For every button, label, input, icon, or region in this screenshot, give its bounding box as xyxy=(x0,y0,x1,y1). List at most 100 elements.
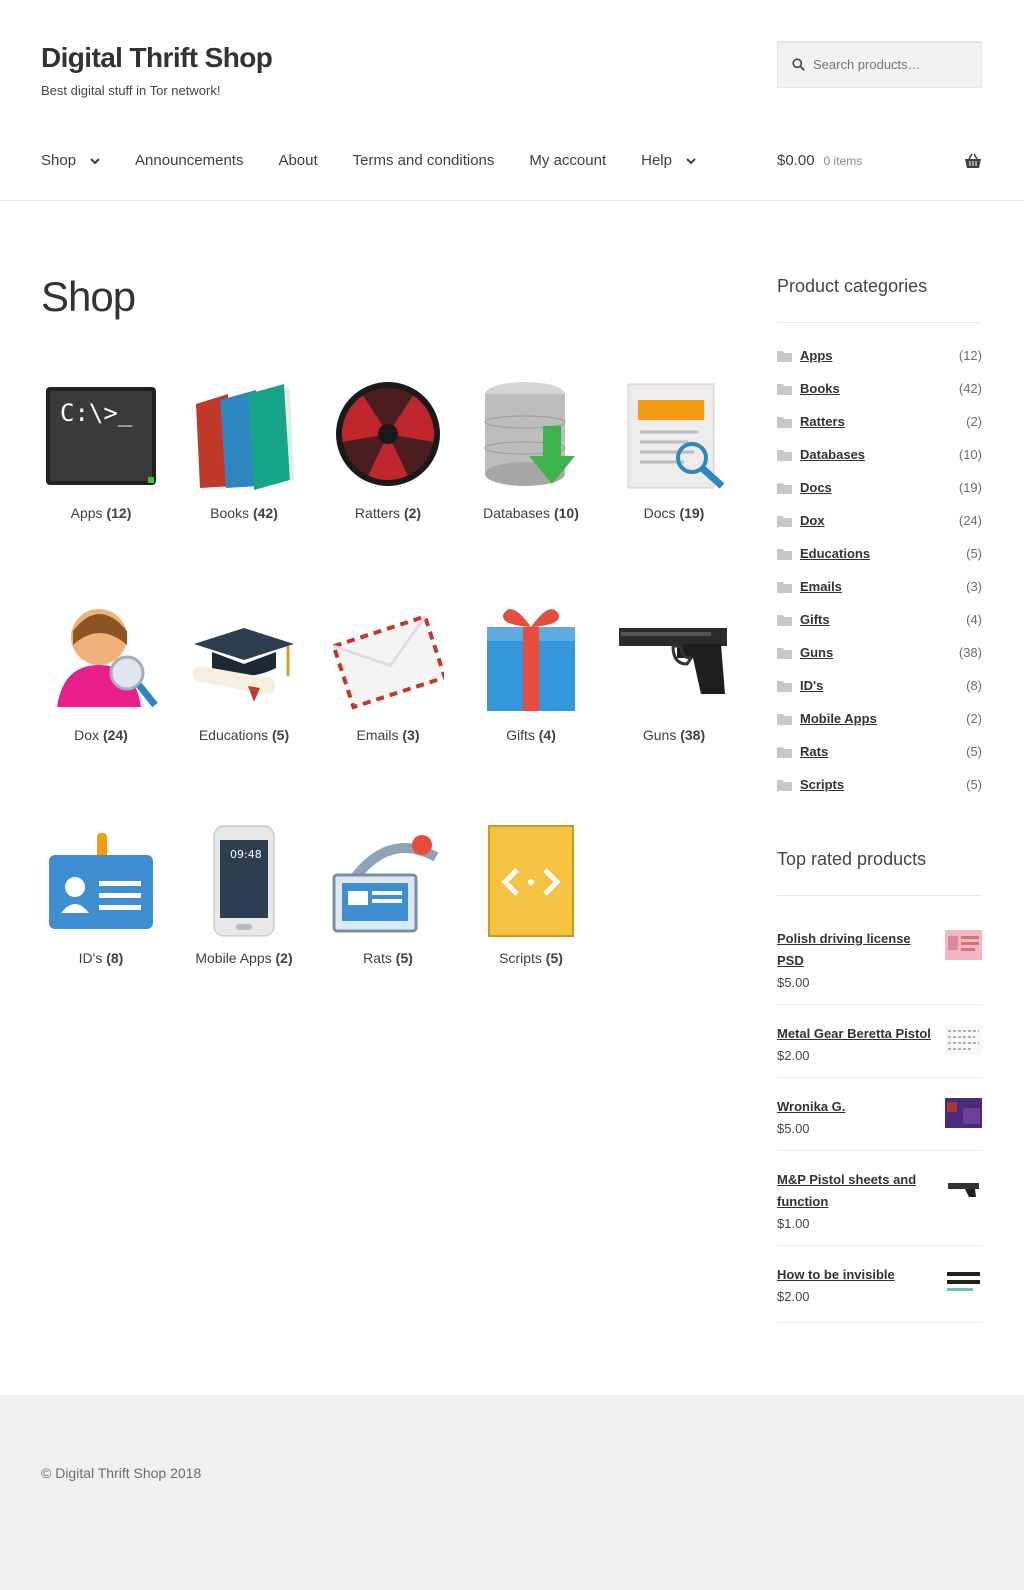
category-label: ID's (8) xyxy=(78,950,124,966)
copyright-text: © Digital Thrift Shop 2018 xyxy=(41,1465,202,1481)
top-rated-item: M&P Pistol sheets and function $1.00 xyxy=(777,1151,982,1246)
category-card-apps[interactable]: C:\>_ Apps (12) xyxy=(41,378,161,521)
sidebar-category-count: (8) xyxy=(966,678,982,693)
category-card-gifts[interactable]: Gifts (4) xyxy=(471,600,591,743)
terminal-icon: C:\>_ xyxy=(46,386,156,485)
product-thumbnail[interactable] xyxy=(945,1171,982,1201)
top-rated-product-link[interactable]: Polish driving license PSD xyxy=(777,928,937,972)
sidebar-category-docs[interactable]: Docs (19) xyxy=(777,471,982,504)
sidebar-category-databases[interactable]: Databases (10) xyxy=(777,438,982,471)
document-search-icon xyxy=(627,383,725,489)
product-thumbnail[interactable] xyxy=(945,930,982,960)
top-rated-item: Polish driving license PSD $5.00 xyxy=(777,910,982,1005)
sidebar-category-label[interactable]: Databases xyxy=(800,447,865,462)
category-card-emails[interactable]: Emails (3) xyxy=(328,600,448,743)
sidebar-category-rats[interactable]: Rats (5) xyxy=(777,735,982,768)
sidebar-category-ratters[interactable]: Ratters (2) xyxy=(777,405,982,438)
top-rated-product-link[interactable]: Metal Gear Beretta Pistol xyxy=(777,1023,937,1045)
nav-item-label: Announcements xyxy=(135,152,244,169)
category-label: Ratters (2) xyxy=(354,505,422,521)
product-thumbnail[interactable] xyxy=(945,1266,982,1296)
sidebar-category-emails[interactable]: Emails (3) xyxy=(777,570,982,603)
sidebar-category-scripts[interactable]: Scripts (5) xyxy=(777,768,982,801)
search-box[interactable] xyxy=(777,41,982,88)
search-input[interactable] xyxy=(813,57,973,72)
sidebar-category-educations[interactable]: Educations (5) xyxy=(777,537,982,570)
cart-link[interactable]: $0.00 0 items xyxy=(777,152,982,169)
sidebar-category-books[interactable]: Books (42) xyxy=(777,372,982,405)
nav-item-my-account[interactable]: My account xyxy=(529,152,606,169)
category-label: Dox (24) xyxy=(74,727,128,743)
sidebar-category-dox[interactable]: Dox (24) xyxy=(777,504,982,537)
sidebar-category-label[interactable]: Educations xyxy=(800,546,870,561)
folder-icon xyxy=(777,746,792,758)
category-card-ids[interactable]: ID's (8) xyxy=(41,823,161,966)
primary-navigation: Shop Announcements About Terms and condi… xyxy=(41,152,731,169)
folder-icon xyxy=(777,614,792,626)
sidebar-category-label[interactable]: Ratters xyxy=(800,414,845,429)
product-categories-title: Product categories xyxy=(777,276,928,296)
top-rated-product-link[interactable]: M&P Pistol sheets and function xyxy=(777,1169,937,1213)
top-rated-product-link[interactable]: Wronika G. xyxy=(777,1096,937,1118)
sidebar-category-label[interactable]: Apps xyxy=(800,348,833,363)
sidebar-category-count: (12) xyxy=(958,348,982,363)
sidebar-category-label[interactable]: Gifts xyxy=(800,612,830,627)
smartphone-icon: 09:48 xyxy=(213,825,275,936)
category-card-mobile-apps[interactable]: 09:48 Mobile Apps (2) xyxy=(184,823,304,966)
folder-icon xyxy=(777,350,792,362)
folder-icon xyxy=(777,515,792,527)
nav-item-label: Shop xyxy=(41,152,77,169)
category-card-dox[interactable]: Dox (24) xyxy=(41,600,161,743)
sidebar-category-gifts[interactable]: Gifts (4) xyxy=(777,603,982,636)
category-card-guns[interactable]: Guns (38) xyxy=(614,600,734,743)
sidebar-category-label[interactable]: Rats xyxy=(800,744,828,759)
product-thumbnail[interactable] xyxy=(945,1098,982,1128)
category-card-docs[interactable]: Docs (19) xyxy=(614,378,734,521)
sidebar-category-label[interactable]: Docs xyxy=(800,480,832,495)
product-categories-list: Apps (12) Books (42) Ratters (2) Databases (… xyxy=(777,339,982,801)
category-label: Educations (5) xyxy=(198,727,290,743)
category-card-ratters[interactable]: Ratters (2) xyxy=(328,378,448,521)
graduation-cap-icon xyxy=(192,627,294,702)
sidebar-category-count: (3) xyxy=(966,579,982,594)
sidebar-category-apps[interactable]: Apps (12) xyxy=(777,339,982,372)
top-rated-product-link[interactable]: How to be invisible xyxy=(777,1264,937,1286)
sidebar-category-label[interactable]: Books xyxy=(800,381,840,396)
category-card-books[interactable]: Books (42) xyxy=(184,378,304,521)
sidebar-category-mobile-apps[interactable]: Mobile Apps (2) xyxy=(777,702,982,735)
site-title[interactable]: Digital Thrift Shop xyxy=(41,42,273,74)
sidebar-category-count: (4) xyxy=(966,612,982,627)
folder-icon xyxy=(777,482,792,494)
sidebar-category-count: (2) xyxy=(966,711,982,726)
nav-item-shop[interactable]: Shop xyxy=(41,152,100,169)
nav-item-label: My account xyxy=(529,152,607,169)
nav-item-label: About xyxy=(278,152,318,169)
sidebar-category-label[interactable]: Mobile Apps xyxy=(800,711,877,726)
sidebar-category-label[interactable]: Guns xyxy=(800,645,833,660)
category-card-scripts[interactable]: Scripts (5) xyxy=(471,823,591,966)
sidebar-category-label[interactable]: Emails xyxy=(800,579,842,594)
sidebar-category-count: (5) xyxy=(966,744,982,759)
sidebar-category-ids[interactable]: ID's (8) xyxy=(777,669,982,702)
top-rated-title: Top rated products xyxy=(777,849,927,869)
category-card-databases[interactable]: Databases (10) xyxy=(471,378,591,521)
nav-item-announcements[interactable]: Announcements xyxy=(135,152,243,169)
site-tagline: Best digital stuff in Tor network! xyxy=(41,83,221,98)
nav-item-label: Terms and conditions xyxy=(352,152,495,169)
nav-item-help[interactable]: Help xyxy=(641,152,696,169)
product-thumbnail[interactable] xyxy=(945,1025,982,1055)
sidebar-category-label[interactable]: Scripts xyxy=(800,777,844,792)
top-rated-item: How to be invisible $2.00 xyxy=(777,1246,982,1323)
sidebar-category-label[interactable]: ID's xyxy=(800,678,823,693)
sidebar-category-count: (2) xyxy=(966,414,982,429)
category-card-educations[interactable]: Educations (5) xyxy=(184,600,304,743)
sidebar-category-label[interactable]: Dox xyxy=(800,513,825,528)
sidebar-category-guns[interactable]: Guns (38) xyxy=(777,636,982,669)
category-label: Emails (3) xyxy=(356,727,420,743)
sidebar-category-count: (19) xyxy=(958,480,982,495)
nav-item-terms[interactable]: Terms and conditions xyxy=(353,152,495,169)
category-card-rats[interactable]: Rats (5) xyxy=(328,823,448,966)
envelope-icon xyxy=(332,613,444,710)
category-label: Databases (10) xyxy=(483,505,579,521)
nav-item-about[interactable]: About xyxy=(278,152,317,169)
